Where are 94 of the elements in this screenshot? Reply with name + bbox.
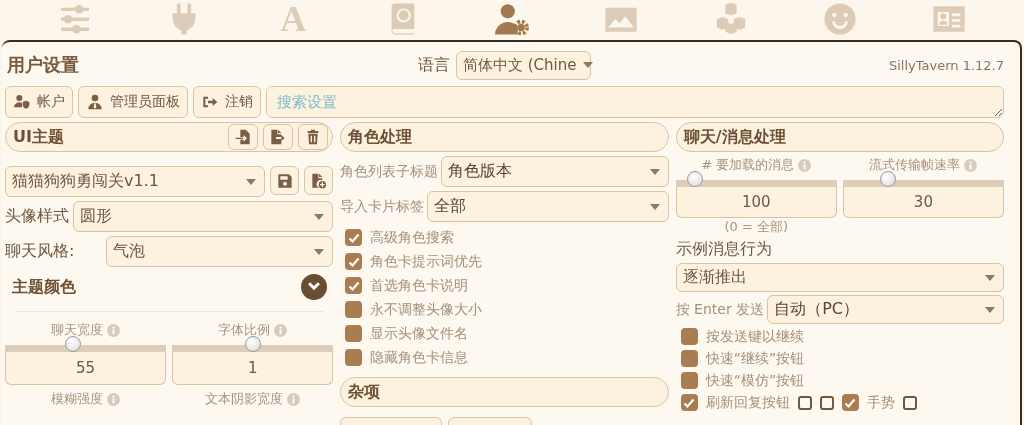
- file-plus-icon: [310, 172, 327, 189]
- logout-icon: [201, 94, 219, 110]
- file-plus-button[interactable]: [304, 166, 334, 195]
- field-label: 导入卡片标签: [340, 197, 425, 216]
- slider-label: 字体比例: [218, 321, 271, 339]
- slider-note: (0 = 全部): [723, 218, 790, 236]
- number-field[interactable]: 1: [172, 352, 334, 385]
- file-export-icon: [270, 129, 287, 145]
- section-title: 角色处理: [348, 126, 413, 148]
- info-icon: [287, 392, 301, 406]
- slider-label: 模糊强度: [51, 390, 104, 408]
- language-label: 语言: [418, 54, 450, 76]
- info-icon: [107, 392, 121, 406]
- file-export-button[interactable]: [263, 124, 294, 150]
- slider-thumb[interactable]: [687, 171, 703, 187]
- select-field[interactable]: 自动（PC）: [767, 295, 1004, 324]
- info-icon: [798, 158, 812, 172]
- checkbox-label: 首选角色卡说明: [370, 276, 469, 295]
- search-field[interactable]: 搜索设置: [266, 86, 1004, 118]
- select-field[interactable]: 气泡: [106, 236, 334, 267]
- select-field[interactable]: 逐渐推出: [675, 263, 1004, 292]
- caret-icon: [314, 248, 325, 255]
- section-title: 主题颜色: [12, 276, 76, 298]
- caret-icon: [582, 62, 593, 68]
- select-field[interactable]: 角色版本: [441, 156, 669, 187]
- section-title: UI主题: [13, 126, 64, 148]
- checkbox-label: 隐藏角色卡信息: [370, 348, 469, 367]
- square-icon: [819, 395, 834, 410]
- checkbox-label: 手势: [866, 393, 895, 412]
- file-import-icon: [235, 129, 252, 145]
- checkbox[interactable]: [345, 253, 363, 270]
- caret-icon: [246, 178, 257, 185]
- caret-icon: [649, 168, 660, 175]
- logout-button[interactable]: 注销: [193, 86, 261, 118]
- info-icon: [107, 323, 121, 337]
- slider-label: 聊天宽度: [51, 321, 104, 339]
- theme-select[interactable]: 猫猫狗狗勇闯关v1.1: [5, 166, 266, 197]
- field-label: 聊天风格:: [5, 241, 76, 262]
- number-field[interactable]: 100: [675, 187, 837, 218]
- caret-icon: [985, 274, 995, 281]
- save-button[interactable]: [270, 166, 300, 195]
- info-icon: [274, 323, 288, 337]
- caret-icon: [985, 306, 995, 313]
- field-label: 示例消息行为: [675, 239, 773, 260]
- slider-label: # 要加载的消息: [701, 156, 795, 174]
- number-field[interactable]: 55: [5, 352, 167, 385]
- info-icon: [964, 158, 978, 172]
- checkbox-label: 按发送键以继续: [705, 327, 804, 346]
- checkbox[interactable]: [345, 325, 363, 342]
- checkbox[interactable]: [345, 301, 363, 318]
- checkbox-label: 高级角色搜索: [370, 228, 455, 247]
- version-label: SillyTavern 1.12.7: [887, 57, 1004, 73]
- caret-icon: [649, 203, 660, 210]
- field-label: 角色列表子标题: [340, 162, 439, 181]
- slider-thumb[interactable]: [879, 171, 896, 187]
- checkbox[interactable]: [841, 394, 859, 411]
- expand-icon[interactable]: [301, 274, 328, 300]
- slider-label: 文本阴影宽度: [205, 390, 284, 408]
- select-field[interactable]: 圆形: [73, 201, 334, 232]
- section-title: 杂项: [348, 381, 381, 403]
- checkbox[interactable]: [680, 328, 698, 345]
- user-shield-icon: [13, 94, 31, 110]
- checkbox[interactable]: [680, 350, 698, 367]
- language-select[interactable]: 简体中文 (Chine: [456, 50, 591, 80]
- checkbox[interactable]: [345, 229, 363, 246]
- slider-thumb[interactable]: [64, 336, 81, 352]
- trash-button[interactable]: [298, 124, 329, 150]
- checkbox-label: 显示头像文件名: [370, 324, 469, 343]
- checkbox[interactable]: [680, 372, 698, 389]
- square-icon: [797, 395, 812, 410]
- square-icon: [902, 395, 917, 410]
- checkbox-label: 刷新回复按钮: [705, 393, 790, 412]
- checkbox-label: 快速“模仿”按钮: [705, 371, 805, 390]
- checkbox-label: 角色卡提示词优先: [370, 252, 483, 271]
- caret-icon: [314, 213, 325, 220]
- panel-title: 用户设置: [6, 53, 80, 77]
- field-label: 头像样式: [5, 206, 69, 227]
- field-label: 按 Enter 发送: [675, 300, 765, 319]
- admin-button[interactable]: 管理员面板: [78, 86, 188, 118]
- checkbox[interactable]: [345, 349, 363, 366]
- checkbox-label: 快速“继续”按钮: [705, 349, 805, 368]
- account-button[interactable]: 帐户: [5, 86, 73, 118]
- slider-label: 流式传输帧速率: [869, 156, 961, 174]
- checkbox[interactable]: [345, 277, 363, 294]
- user-tie-icon: [86, 94, 104, 110]
- section-title: 聊天/消息处理: [683, 126, 786, 148]
- slider-thumb[interactable]: [244, 336, 261, 352]
- number-field[interactable]: 30: [842, 187, 1004, 218]
- checkbox-label: 永不调整头像大小: [370, 300, 483, 319]
- select-field[interactable]: 全部: [427, 191, 669, 222]
- checkbox[interactable]: [680, 394, 698, 411]
- save-icon: [276, 172, 293, 189]
- user-gear-icon[interactable]: [493, 2, 530, 36]
- file-import-button[interactable]: [228, 124, 259, 150]
